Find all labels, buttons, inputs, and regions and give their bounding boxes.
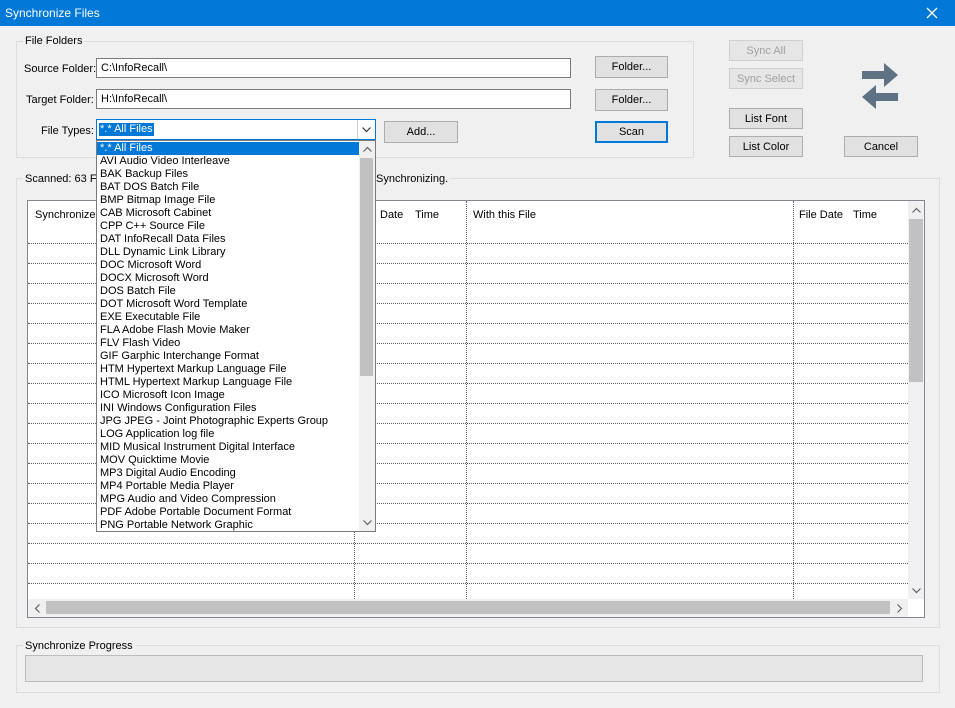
swap-arrows-icon <box>862 63 898 109</box>
file-type-option[interactable]: BAK Backup Files <box>97 168 359 181</box>
scroll-left-button[interactable] <box>28 599 45 617</box>
target-folder-input[interactable]: H:\InfoRecall\ <box>96 89 571 109</box>
scan-button[interactable]: Scan <box>595 121 668 143</box>
synchronizing-status: Synchronizing. <box>374 173 451 185</box>
source-folder-input[interactable]: C:\InfoRecall\ <box>96 58 571 78</box>
close-icon <box>926 7 938 19</box>
col-synchronize-header: Synchronize t <box>35 209 102 221</box>
chevron-up-icon <box>912 207 921 213</box>
chevron-right-icon <box>896 603 902 613</box>
col-file-date-header: File Date <box>799 209 844 221</box>
file-type-option[interactable]: MID Musical Instrument Digital Interface <box>97 441 359 454</box>
file-type-option[interactable]: CPP C++ Source File <box>97 220 359 233</box>
source-folder-label: Source Folder: <box>24 63 97 75</box>
dropdown-scroll-down-button[interactable] <box>359 515 375 531</box>
file-type-option[interactable]: FLV Flash Video <box>97 337 359 350</box>
horizontal-scroll-thumb[interactable] <box>46 601 890 614</box>
file-type-option[interactable]: MPG Audio and Video Compression <box>97 493 359 506</box>
file-type-option[interactable]: DOCX Microsoft Word <box>97 272 359 285</box>
file-type-option[interactable]: FLA Adobe Flash Movie Maker <box>97 324 359 337</box>
file-type-option[interactable]: DOS Batch File <box>97 285 359 298</box>
file-type-option[interactable]: DAT InfoRecall Data Files <box>97 233 359 246</box>
scanned-status: Scanned: 63 Fi <box>23 173 101 185</box>
sync-select-button[interactable]: Sync Select <box>729 68 803 89</box>
scroll-down-button[interactable] <box>908 582 924 599</box>
chevron-left-icon <box>34 603 40 613</box>
target-folder-label: Target Folder: <box>26 94 94 106</box>
file-type-option[interactable]: DOC Microsoft Word <box>97 259 359 272</box>
file-folders-label: File Folders <box>23 35 85 47</box>
file-type-option[interactable]: MP4 Portable Media Player <box>97 480 359 493</box>
col-file-time-header: Time <box>853 209 878 221</box>
dropdown-vertical-scrollbar[interactable] <box>359 141 375 531</box>
file-type-option[interactable]: DLL Dynamic Link Library <box>97 246 359 259</box>
add-file-type-button[interactable]: Add... <box>384 121 458 143</box>
chevron-down-icon <box>362 126 371 132</box>
dropdown-scroll-thumb[interactable] <box>360 158 373 376</box>
sync-all-button[interactable]: Sync All <box>729 40 803 61</box>
window-title: Synchronize Files <box>5 6 100 20</box>
vertical-scroll-thumb[interactable] <box>909 219 923 382</box>
file-type-option[interactable]: ICO Microsoft Icon Image <box>97 389 359 402</box>
scroll-up-button[interactable] <box>908 201 924 218</box>
grid-horizontal-scrollbar[interactable] <box>28 599 908 617</box>
chevron-down-icon <box>362 520 372 526</box>
col-time-header: Time <box>415 209 440 221</box>
file-type-option[interactable]: PNG Portable Network Graphic <box>97 519 359 531</box>
file-type-option[interactable]: JPG JPEG - Joint Photographic Experts Gr… <box>97 415 359 428</box>
file-types-label: File Types: <box>41 125 94 137</box>
file-type-option[interactable]: BAT DOS Batch File <box>97 181 359 194</box>
file-type-option[interactable]: DOT Microsoft Word Template <box>97 298 359 311</box>
list-color-button[interactable]: List Color <box>729 136 803 157</box>
file-types-selected: *.* All Files <box>99 123 154 136</box>
file-type-option[interactable]: HTM Hypertext Markup Language File <box>97 363 359 376</box>
file-type-option[interactable]: AVI Audio Video Interleave <box>97 155 359 168</box>
title-bar: Synchronize Files <box>0 0 955 26</box>
scroll-right-button[interactable] <box>891 599 908 617</box>
col-date-header: Date <box>380 209 404 221</box>
file-type-option[interactable]: MP3 Digital Audio Encoding <box>97 467 359 480</box>
file-type-option[interactable]: MOV Quicktime Movie <box>97 454 359 467</box>
chevron-up-icon <box>362 146 372 152</box>
file-types-combobox[interactable]: *.* All Files <box>96 119 376 140</box>
file-type-option[interactable]: GIF Garphic Interchange Format <box>97 350 359 363</box>
file-type-option[interactable]: HTML Hypertext Markup Language File <box>97 376 359 389</box>
dropdown-scroll-up-button[interactable] <box>359 141 375 157</box>
col-with-file-header: With this File <box>473 209 536 221</box>
file-type-option[interactable]: INI Windows Configuration Files <box>97 402 359 415</box>
list-font-button[interactable]: List Font <box>729 108 803 129</box>
file-type-option[interactable]: CAB Microsoft Cabinet <box>97 207 359 220</box>
grid-vertical-scrollbar[interactable] <box>908 201 924 599</box>
source-folder-button[interactable]: Folder... <box>595 56 668 78</box>
sync-progress-bar <box>25 655 923 682</box>
file-type-option[interactable]: BMP Bitmap Image File <box>97 194 359 207</box>
progress-label: Synchronize Progress <box>23 640 135 652</box>
file-type-option[interactable]: EXE Executable File <box>97 311 359 324</box>
file-type-option[interactable]: LOG Application log file <box>97 428 359 441</box>
file-type-option[interactable]: *.* All Files <box>97 142 359 155</box>
target-folder-button[interactable]: Folder... <box>595 89 668 111</box>
file-types-dropdown-list[interactable]: *.* All Files AVI Audio Video Interleave B… <box>96 140 376 532</box>
chevron-down-icon <box>912 587 921 593</box>
close-button[interactable] <box>909 0 955 26</box>
file-types-dropdown-button[interactable] <box>357 120 375 139</box>
cancel-button[interactable]: Cancel <box>844 136 918 157</box>
file-type-option[interactable]: PDF Adobe Portable Document Format <box>97 506 359 519</box>
